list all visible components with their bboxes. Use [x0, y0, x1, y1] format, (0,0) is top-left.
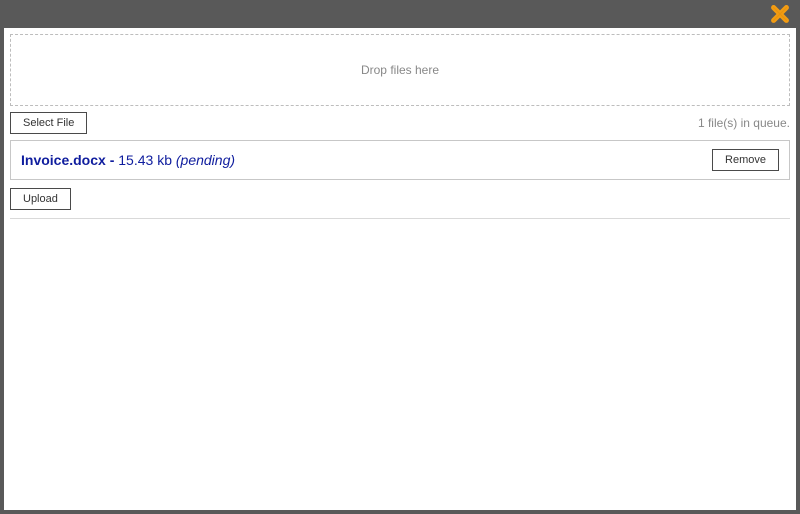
file-size: 15.43 kb — [118, 152, 172, 168]
file-name: Invoice.docx — [21, 152, 106, 168]
upload-button[interactable]: Upload — [10, 188, 71, 210]
select-file-button[interactable]: Select File — [10, 112, 87, 134]
dropzone-text: Drop files here — [361, 63, 439, 77]
close-icon[interactable] — [769, 3, 791, 25]
select-row: Select File 1 file(s) in queue. — [10, 112, 790, 134]
upload-row: Upload — [10, 186, 790, 219]
file-row: Invoice.docx - 15.43 kb (pending) Remove — [10, 140, 790, 180]
modal-frame: Drop files here Select File 1 file(s) in… — [0, 0, 800, 514]
upload-panel: Drop files here Select File 1 file(s) in… — [4, 28, 796, 510]
file-sep: - — [106, 152, 118, 168]
file-status: (pending) — [172, 152, 235, 168]
dropzone[interactable]: Drop files here — [10, 34, 790, 106]
queue-status: 1 file(s) in queue. — [698, 116, 790, 130]
file-info: Invoice.docx - 15.43 kb (pending) — [21, 152, 235, 168]
remove-button[interactable]: Remove — [712, 149, 779, 171]
